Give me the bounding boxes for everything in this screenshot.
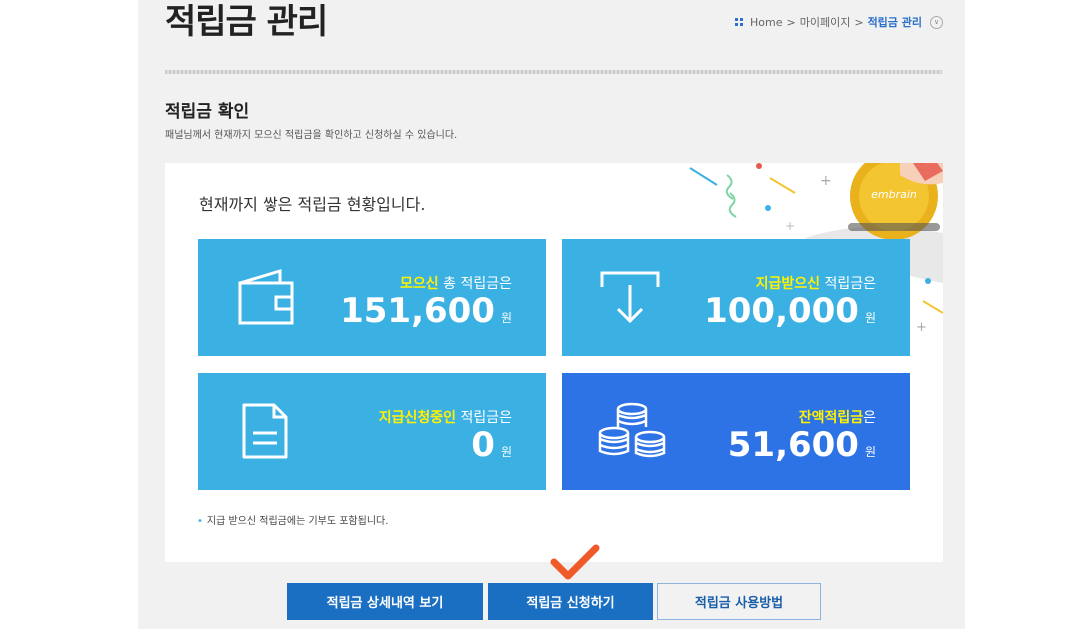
- amount-value: 151,600: [340, 291, 495, 331]
- label-text: 총 적립금은: [438, 276, 512, 292]
- amount-value: 51,600: [727, 425, 859, 465]
- amount-unit: 원: [500, 311, 512, 325]
- received-savings-label: 지급받으신 적립금은: [756, 273, 876, 293]
- checkmark-icon: [550, 544, 600, 580]
- apply-savings-button[interactable]: 적립금 신청하기: [488, 583, 653, 620]
- label-highlight: 지급신청중인: [378, 410, 457, 426]
- breadcrumb-mypage[interactable]: 마이페이지: [800, 14, 851, 30]
- svg-text:+: +: [785, 219, 795, 233]
- balance-savings-label: 잔액적립금은: [799, 407, 876, 427]
- total-savings-card: 모으신 총 적립금은 151,600 원: [198, 239, 546, 356]
- total-savings-label: 모으신 총 적립금은: [400, 273, 512, 293]
- pending-savings-amount: 0원: [471, 425, 512, 465]
- footnote: • 지급 받으신 적립금에는 기부도 포함됩니다.: [197, 512, 388, 527]
- coin-logo-text: embrain: [871, 188, 917, 201]
- home-icon: [735, 18, 744, 26]
- label-highlight: 지급받으신: [755, 276, 821, 292]
- balance-savings-card: 잔액적립금은 51,600 원: [562, 373, 910, 490]
- coins-icon: [598, 402, 666, 458]
- label-text: 은: [863, 410, 876, 426]
- chevron-down-icon[interactable]: ∨: [930, 15, 943, 29]
- total-savings-amount: 151,600 원: [340, 291, 512, 331]
- wallet-icon: [238, 268, 294, 325]
- pending-savings-label: 지급신청중인 적립금은: [379, 407, 512, 427]
- view-details-button[interactable]: 적립금 상세내역 보기: [287, 583, 483, 620]
- received-savings-card: 지급받으신 적립금은 100,000 원: [562, 239, 910, 356]
- svg-text:+: +: [820, 173, 832, 189]
- amount-unit: 원: [864, 445, 876, 459]
- breadcrumb-home[interactable]: Home: [750, 16, 782, 29]
- balance-savings-amount: 51,600 원: [728, 425, 876, 465]
- download-icon: [600, 271, 660, 324]
- svg-text:+: +: [916, 320, 927, 335]
- decoration-graphic: embrain + + +: [689, 163, 943, 335]
- label-text: 적립금은: [456, 410, 512, 426]
- savings-panel: embrain + + + 현재까지 쌓은 적립금 현황입니다. 모으신 총 적…: [165, 163, 943, 562]
- amount-unit: 원: [864, 311, 876, 325]
- amount-value: 0: [471, 425, 495, 465]
- panel-heading: 현재까지 쌓은 적립금 현황입니다.: [199, 195, 426, 214]
- breadcrumb-separator: >: [786, 15, 796, 29]
- label-highlight: 모으신: [400, 276, 439, 292]
- document-icon: [242, 403, 288, 459]
- section-description: 패널님께서 현재까지 모으신 적립금을 확인하고 신청하실 수 있습니다.: [165, 130, 458, 141]
- breadcrumb: Home > 마이페이지 > 적립금 관리 ∨: [735, 14, 943, 30]
- divider: [165, 70, 942, 74]
- pending-savings-card: 지급신청중인 적립금은 0원: [198, 373, 546, 490]
- bullet-icon: •: [197, 516, 203, 527]
- section-title: 적립금 확인: [165, 102, 250, 122]
- label-highlight: 잔액적립금: [798, 410, 864, 426]
- breadcrumb-separator: >: [854, 15, 864, 29]
- page-title: 적립금 관리: [165, 2, 328, 42]
- breadcrumb-current[interactable]: 적립금 관리: [868, 14, 922, 30]
- footnote-text: 지급 받으신 적립금에는 기부도 포함됩니다.: [206, 516, 389, 527]
- received-savings-amount: 100,000 원: [704, 291, 876, 331]
- how-to-use-button[interactable]: 적립금 사용방법: [657, 583, 821, 620]
- label-text: 적립금은: [820, 276, 876, 292]
- amount-unit: 원: [500, 445, 512, 459]
- amount-value: 100,000: [704, 291, 859, 331]
